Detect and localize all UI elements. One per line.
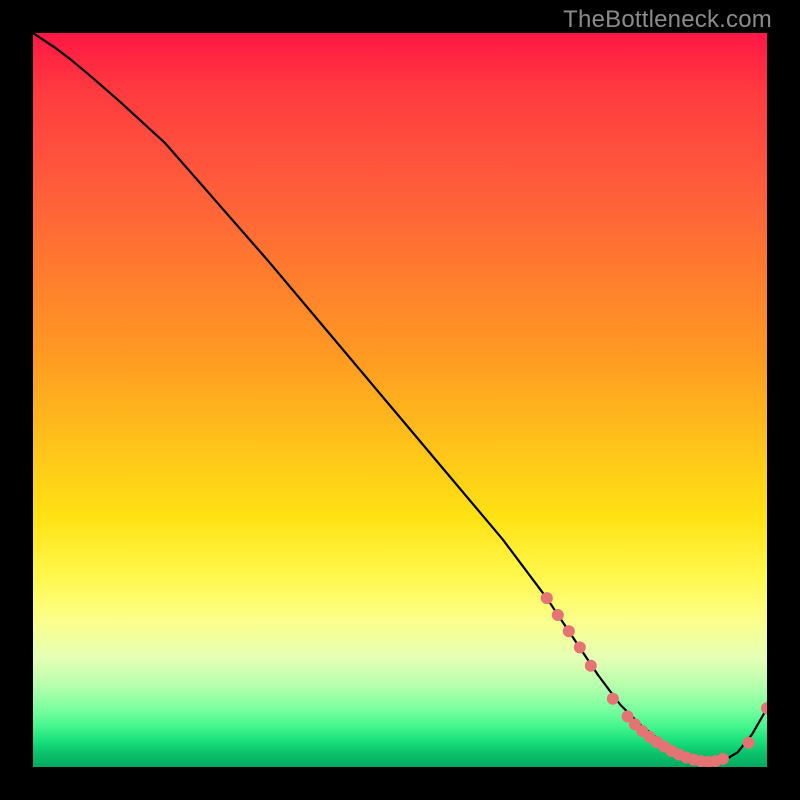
marker-point [541,592,553,604]
marker-point [717,753,729,765]
highlight-markers [541,592,767,767]
marker-point [761,702,767,714]
marker-point [552,609,564,621]
marker-point [574,641,586,653]
bottleneck-curve [33,33,767,763]
curve-layer [33,33,767,767]
chart-stage: TheBottleneck.com [0,0,800,800]
watermark-text: TheBottleneck.com [563,6,772,34]
marker-point [585,660,597,672]
marker-point [743,737,755,749]
marker-point [607,693,619,705]
marker-point [563,625,575,637]
plot-area [33,33,767,767]
